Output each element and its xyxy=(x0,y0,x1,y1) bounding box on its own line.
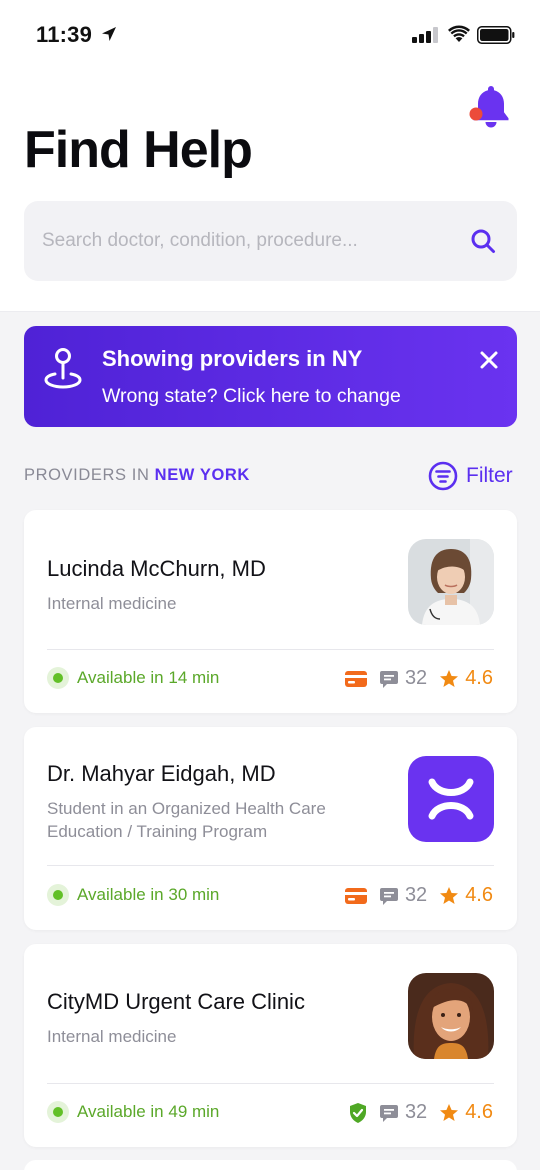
section-label-state: NEW YORK xyxy=(154,466,250,484)
provider-card[interactable]: CityMD Urgent Care Clinic Internal medic… xyxy=(24,944,517,1147)
shield-check-icon xyxy=(349,1102,366,1123)
provider-name: Dr. Mahyar Eidgah, MD xyxy=(47,761,276,786)
search-box[interactable] xyxy=(24,201,517,281)
chat-icon xyxy=(379,887,398,905)
section-label: PROVIDERS IN NEW YORK xyxy=(24,466,250,485)
credit-card-icon xyxy=(344,670,367,687)
provider-avatar xyxy=(408,539,494,625)
notification-bell-icon[interactable] xyxy=(466,82,516,132)
credit-card-icon xyxy=(344,887,367,904)
rating: 4.6 xyxy=(465,667,493,689)
provider-avatar xyxy=(408,756,494,842)
review-count: 32 xyxy=(404,884,428,906)
search-input[interactable] xyxy=(42,201,462,281)
availability-text: Available in 14 min xyxy=(77,668,220,687)
availability-dot-icon xyxy=(47,667,69,689)
provider-specialty: Internal medicine xyxy=(47,594,177,613)
provider-avatar xyxy=(408,973,494,1059)
header: Find Help xyxy=(0,70,540,312)
chat-icon xyxy=(379,670,398,688)
availability: Available in 30 min xyxy=(47,884,219,906)
availability-dot-icon xyxy=(47,884,69,906)
availability-text: Available in 30 min xyxy=(77,885,220,904)
provider-card-partial[interactable] xyxy=(24,1160,517,1170)
cellular-signal-icon xyxy=(412,27,438,43)
rating: 4.6 xyxy=(465,884,493,906)
provider-card[interactable]: Lucinda McChurn, MD Internal medicine Av… xyxy=(24,510,517,713)
review-count: 32 xyxy=(404,667,428,689)
availability-dot-icon xyxy=(47,1101,69,1123)
banner-title: Showing providers in NY xyxy=(102,346,363,371)
provider-name: Lucinda McChurn, MD xyxy=(47,556,266,581)
provider-photo xyxy=(408,539,494,625)
provider-specialty: Internal medicine xyxy=(47,1027,177,1046)
page-title: Find Help xyxy=(24,121,253,179)
provider-card[interactable]: Dr. Mahyar Eidgah, MD Student in an Orga… xyxy=(24,727,517,930)
filter-label: Filter xyxy=(466,464,513,487)
provider-meta: 32 4.6 xyxy=(344,667,493,690)
chat-icon xyxy=(379,1104,398,1122)
card-divider xyxy=(47,865,494,866)
battery-icon xyxy=(477,26,515,44)
availability: Available in 49 min xyxy=(47,1101,219,1123)
status-time: 11:39 xyxy=(36,22,93,47)
star-icon xyxy=(440,886,459,904)
card-divider xyxy=(47,649,494,650)
screen: 11:39 Find Help Search doctor, condition… xyxy=(0,0,540,1170)
filter-icon xyxy=(428,461,458,491)
rating: 4.6 xyxy=(465,1101,493,1123)
provider-name: CityMD Urgent Care Clinic xyxy=(47,989,305,1014)
provider-photo xyxy=(408,973,494,1059)
wifi-icon xyxy=(448,25,470,42)
section-label-prefix: PROVIDERS IN xyxy=(24,466,150,484)
provider-logo-icon xyxy=(428,778,474,820)
location-pin-icon xyxy=(44,348,82,389)
star-icon xyxy=(440,1103,459,1121)
state-banner[interactable]: Showing providers in NY Wrong state? Cli… xyxy=(24,326,517,427)
banner-change-link[interactable]: Wrong state? Click here to change xyxy=(102,385,401,408)
card-divider xyxy=(47,1083,494,1084)
search-icon[interactable] xyxy=(470,228,496,254)
review-count: 32 xyxy=(404,1101,428,1123)
filter-button[interactable]: Filter xyxy=(428,459,513,493)
status-bar: 11:39 xyxy=(0,0,540,70)
availability: Available in 14 min xyxy=(47,667,219,689)
provider-specialty: Student in an Organized Health Care Educ… xyxy=(47,799,326,841)
close-icon[interactable] xyxy=(477,348,501,372)
star-icon xyxy=(440,669,459,687)
provider-meta: 32 4.6 xyxy=(344,884,493,907)
provider-meta: 32 4.6 xyxy=(349,1101,493,1124)
availability-text: Available in 49 min xyxy=(77,1102,220,1121)
location-arrow-icon xyxy=(102,27,116,41)
